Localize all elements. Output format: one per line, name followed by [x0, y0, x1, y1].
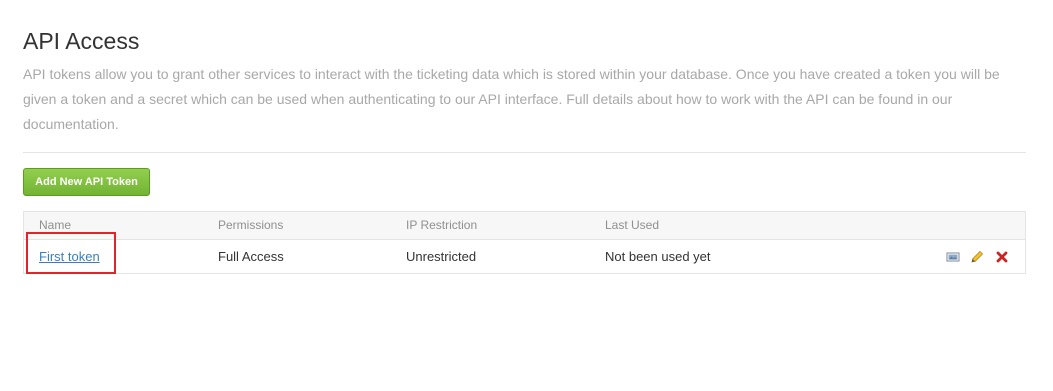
- add-api-token-button[interactable]: Add New API Token: [23, 168, 150, 196]
- view-icon[interactable]: [946, 250, 960, 264]
- table-header: Name Permissions IP Restriction Last Use…: [24, 212, 1025, 240]
- column-header-last-used: Last Used: [605, 218, 660, 232]
- token-permissions: Full Access: [218, 249, 284, 264]
- page-description: API tokens allow you to grant other serv…: [23, 66, 1000, 132]
- token-ip-restriction: Unrestricted: [406, 249, 477, 264]
- token-last-used: Not been used yet: [605, 249, 711, 264]
- column-header-permissions: Permissions: [218, 218, 284, 232]
- api-access-page: API Access API tokens allow you to grant…: [0, 0, 1053, 391]
- page-title: API Access: [23, 28, 140, 54]
- api-tokens-table: Name Permissions IP Restriction Last Use…: [23, 211, 1026, 274]
- delete-x-icon[interactable]: [995, 250, 1009, 264]
- column-header-name: Name: [39, 218, 72, 232]
- column-header-ip-restriction: IP Restriction: [406, 218, 478, 232]
- highlight-box: [26, 232, 116, 274]
- edit-pencil-icon[interactable]: [970, 250, 984, 264]
- section-divider: [23, 152, 1026, 153]
- table-row: First token Full Access Unrestricted Not…: [24, 240, 1025, 273]
